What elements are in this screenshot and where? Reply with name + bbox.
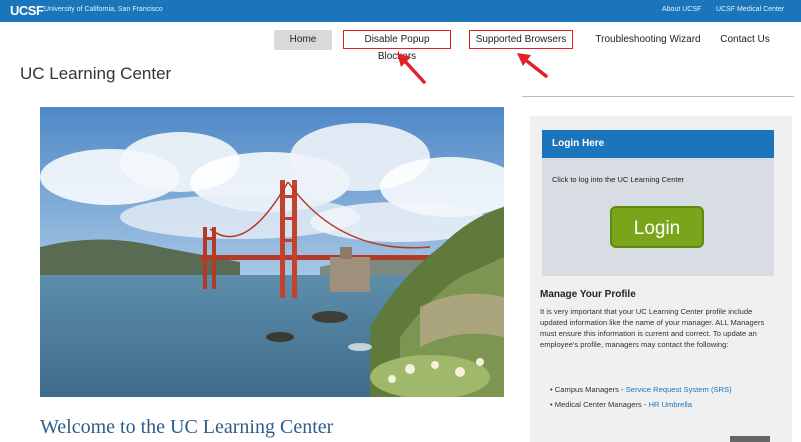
university-name[interactable]: University of California, San Francisco (44, 6, 163, 13)
bullet-prefix: Campus Managers - (554, 385, 626, 394)
nav-disable-popup-blockers[interactable]: Disable Popup Blockers (343, 30, 451, 62)
bullet-icon: • (550, 400, 553, 409)
about-ucsf-link[interactable]: About UCSF (662, 6, 701, 13)
login-button[interactable]: Login (610, 206, 704, 248)
welcome-heading: Welcome to the UC Learning Center (40, 416, 334, 438)
login-instructions: Click to log into the UC Learning Center (552, 175, 685, 184)
hr-umbrella-link[interactable]: HR Umbrella (649, 400, 692, 409)
login-header: Login Here (542, 130, 774, 158)
nav-supported-browsers[interactable]: Supported Browsers (469, 30, 573, 49)
service-request-system-link[interactable]: Service Request System (SRS) (626, 385, 732, 394)
list-item: • Campus Managers - Service Request Syst… (550, 385, 732, 394)
nav-contact-us[interactable]: Contact Us (712, 30, 778, 50)
nav-home[interactable]: Home (274, 30, 332, 50)
red-arrow-icon (517, 53, 548, 78)
list-item: • Medical Center Managers - HR Umbrella (550, 400, 692, 409)
ucsf-logo[interactable]: UCSF (10, 3, 44, 18)
golden-gate-bridge-photo (40, 107, 504, 397)
nav-troubleshooting-wizard[interactable]: Troubleshooting Wizard (592, 30, 704, 50)
partial-button[interactable] (730, 436, 770, 442)
ucsf-medical-center-link[interactable]: UCSF Medical Center (716, 6, 784, 13)
manage-profile-text: It is very important that your UC Learni… (540, 307, 765, 349)
bullet-prefix: Medical Center Managers - (554, 400, 649, 409)
manage-profile-heading: Manage Your Profile (540, 289, 636, 300)
divider (522, 96, 794, 97)
page-title: UC Learning Center (20, 64, 172, 83)
top-bar: UCSF University of California, San Franc… (0, 0, 801, 22)
red-arrow-icon (397, 53, 426, 84)
bullet-icon: • (550, 385, 553, 394)
